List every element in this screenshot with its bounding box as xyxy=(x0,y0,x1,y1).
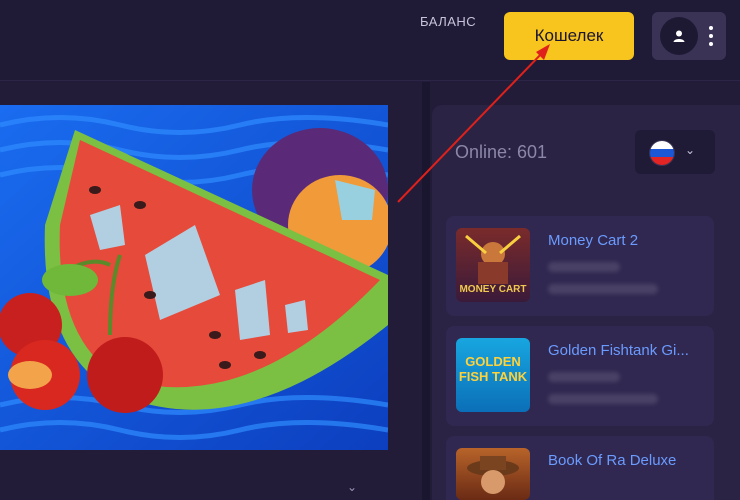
balance-label[interactable]: БАЛАНС xyxy=(420,14,476,29)
blurred-text xyxy=(548,284,658,294)
thumbnail-logo-text: MONEY CART xyxy=(459,284,527,295)
game-thumbnail[interactable]: GOLDEN FISH TANK xyxy=(456,338,530,412)
annotation-arrow xyxy=(397,44,550,203)
game-title[interactable]: Golden Fishtank Gi... xyxy=(548,342,708,359)
blurred-text xyxy=(548,372,620,382)
russia-flag-icon xyxy=(649,140,675,166)
blurred-text xyxy=(548,262,620,272)
chevron-down-icon[interactable]: ⌄ xyxy=(347,480,357,494)
language-selector[interactable]: ⌄ xyxy=(635,130,715,174)
profile-menu-button[interactable] xyxy=(652,12,726,60)
game-card-book-of-ra[interactable]: Book Of Ra Deluxe xyxy=(446,436,714,500)
game-title[interactable]: Money Cart 2 xyxy=(548,232,708,249)
game-thumbnail[interactable] xyxy=(456,448,530,500)
banner-footer xyxy=(0,450,388,500)
game-banner[interactable] xyxy=(0,105,388,450)
blurred-text xyxy=(548,394,658,404)
game-card-golden-fishtank[interactable]: GOLDEN FISH TANK Golden Fishtank Gi... xyxy=(446,326,714,426)
game-card-money-cart[interactable]: MONEY CART Money Cart 2 xyxy=(446,216,714,316)
user-avatar-icon[interactable] xyxy=(660,17,698,55)
thumbnail-logo-text: GOLDEN FISH TANK xyxy=(458,354,528,384)
chevron-down-icon: ⌄ xyxy=(685,143,696,157)
game-title[interactable]: Book Of Ra Deluxe xyxy=(548,452,708,469)
more-options-icon[interactable] xyxy=(708,26,714,46)
top-bar: БАЛАНС Кошелек xyxy=(0,0,740,81)
game-thumbnail[interactable]: MONEY CART xyxy=(456,228,530,302)
